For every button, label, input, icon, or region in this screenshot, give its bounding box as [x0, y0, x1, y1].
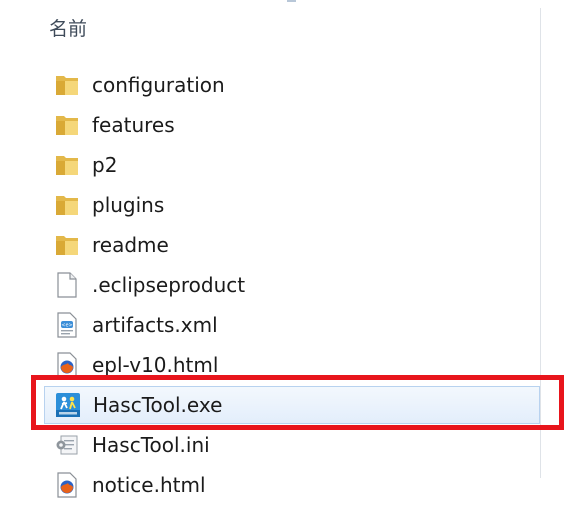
folder-icon: [52, 150, 82, 180]
folder-icon: [52, 110, 82, 140]
column-resize-marker: [287, 0, 296, 2]
svg-text:<e>: <e>: [61, 323, 72, 329]
list-item-p2[interactable]: p2: [44, 146, 540, 184]
file-name: epl-v10.html: [92, 353, 219, 377]
file-name: plugins: [92, 193, 165, 217]
list-item-hasctool-exe[interactable]: HascTool.exe: [44, 386, 540, 424]
ini-settings-icon: [52, 430, 82, 460]
file-name: readme: [92, 233, 169, 257]
xml-file-icon: <e>: [52, 310, 82, 340]
folder-icon: [52, 70, 82, 100]
file-name: p2: [92, 153, 118, 177]
file-name: features: [92, 113, 175, 137]
name-column-header[interactable]: 名前: [49, 12, 87, 46]
file-name: HascTool.exe: [93, 393, 223, 417]
blank-file-icon: [52, 270, 82, 300]
html-file-icon: [52, 470, 82, 500]
file-name: notice.html: [92, 473, 206, 497]
column-divider: [540, 8, 541, 478]
list-item-notice-html[interactable]: notice.html: [44, 466, 540, 504]
folder-icon: [52, 230, 82, 260]
list-item-eclipseproduct[interactable]: .eclipseproduct: [44, 266, 540, 304]
list-item-plugins[interactable]: plugins: [44, 186, 540, 224]
exe-app-icon: [53, 390, 83, 420]
list-item-configuration[interactable]: configuration: [44, 66, 540, 104]
list-item-readme[interactable]: readme: [44, 226, 540, 264]
file-name: artifacts.xml: [92, 313, 218, 337]
list-item-features[interactable]: features: [44, 106, 540, 144]
list-item-hasctool-ini[interactable]: HascTool.ini: [44, 426, 540, 464]
file-name: HascTool.ini: [92, 433, 210, 457]
file-name: .eclipseproduct: [92, 273, 246, 297]
list-item-epl-v10-html[interactable]: epl-v10.html: [44, 346, 540, 384]
file-name: configuration: [92, 73, 225, 97]
folder-icon: [52, 190, 82, 220]
html-file-icon: [52, 350, 82, 380]
list-item-artifacts-xml[interactable]: <e> artifacts.xml: [44, 306, 540, 344]
file-explorer-panel: 名前 configuration features p2 plugins rea…: [0, 0, 566, 517]
